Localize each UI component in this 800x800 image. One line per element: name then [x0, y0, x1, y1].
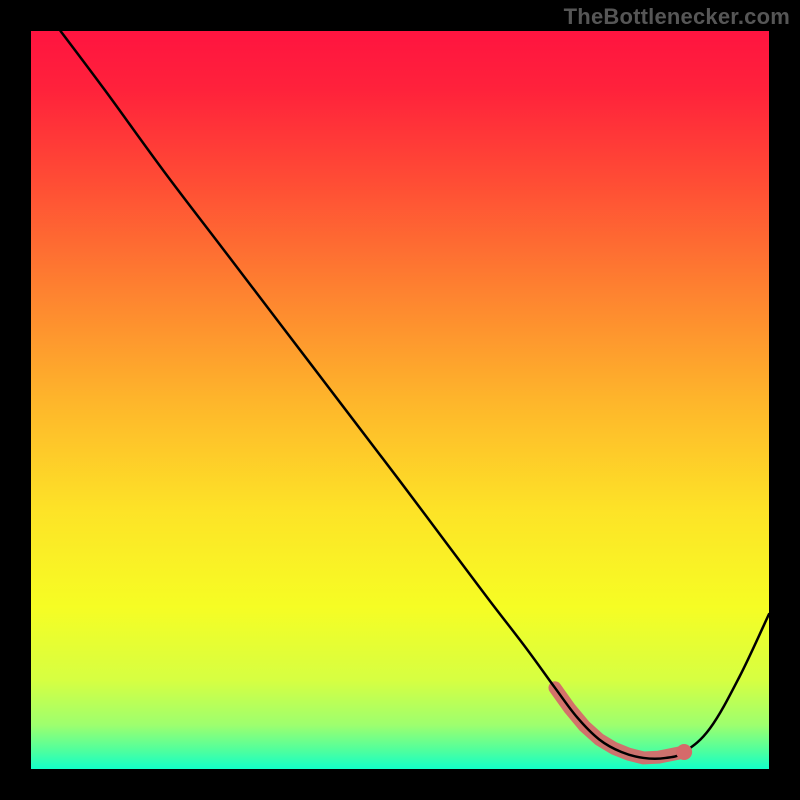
attribution-label: TheBottlenecker.com [564, 4, 790, 30]
chart-container: TheBottlenecker.com [0, 0, 800, 800]
optimal-range-end-marker [676, 744, 692, 760]
chart-svg [31, 31, 769, 769]
plot-area [31, 31, 769, 769]
